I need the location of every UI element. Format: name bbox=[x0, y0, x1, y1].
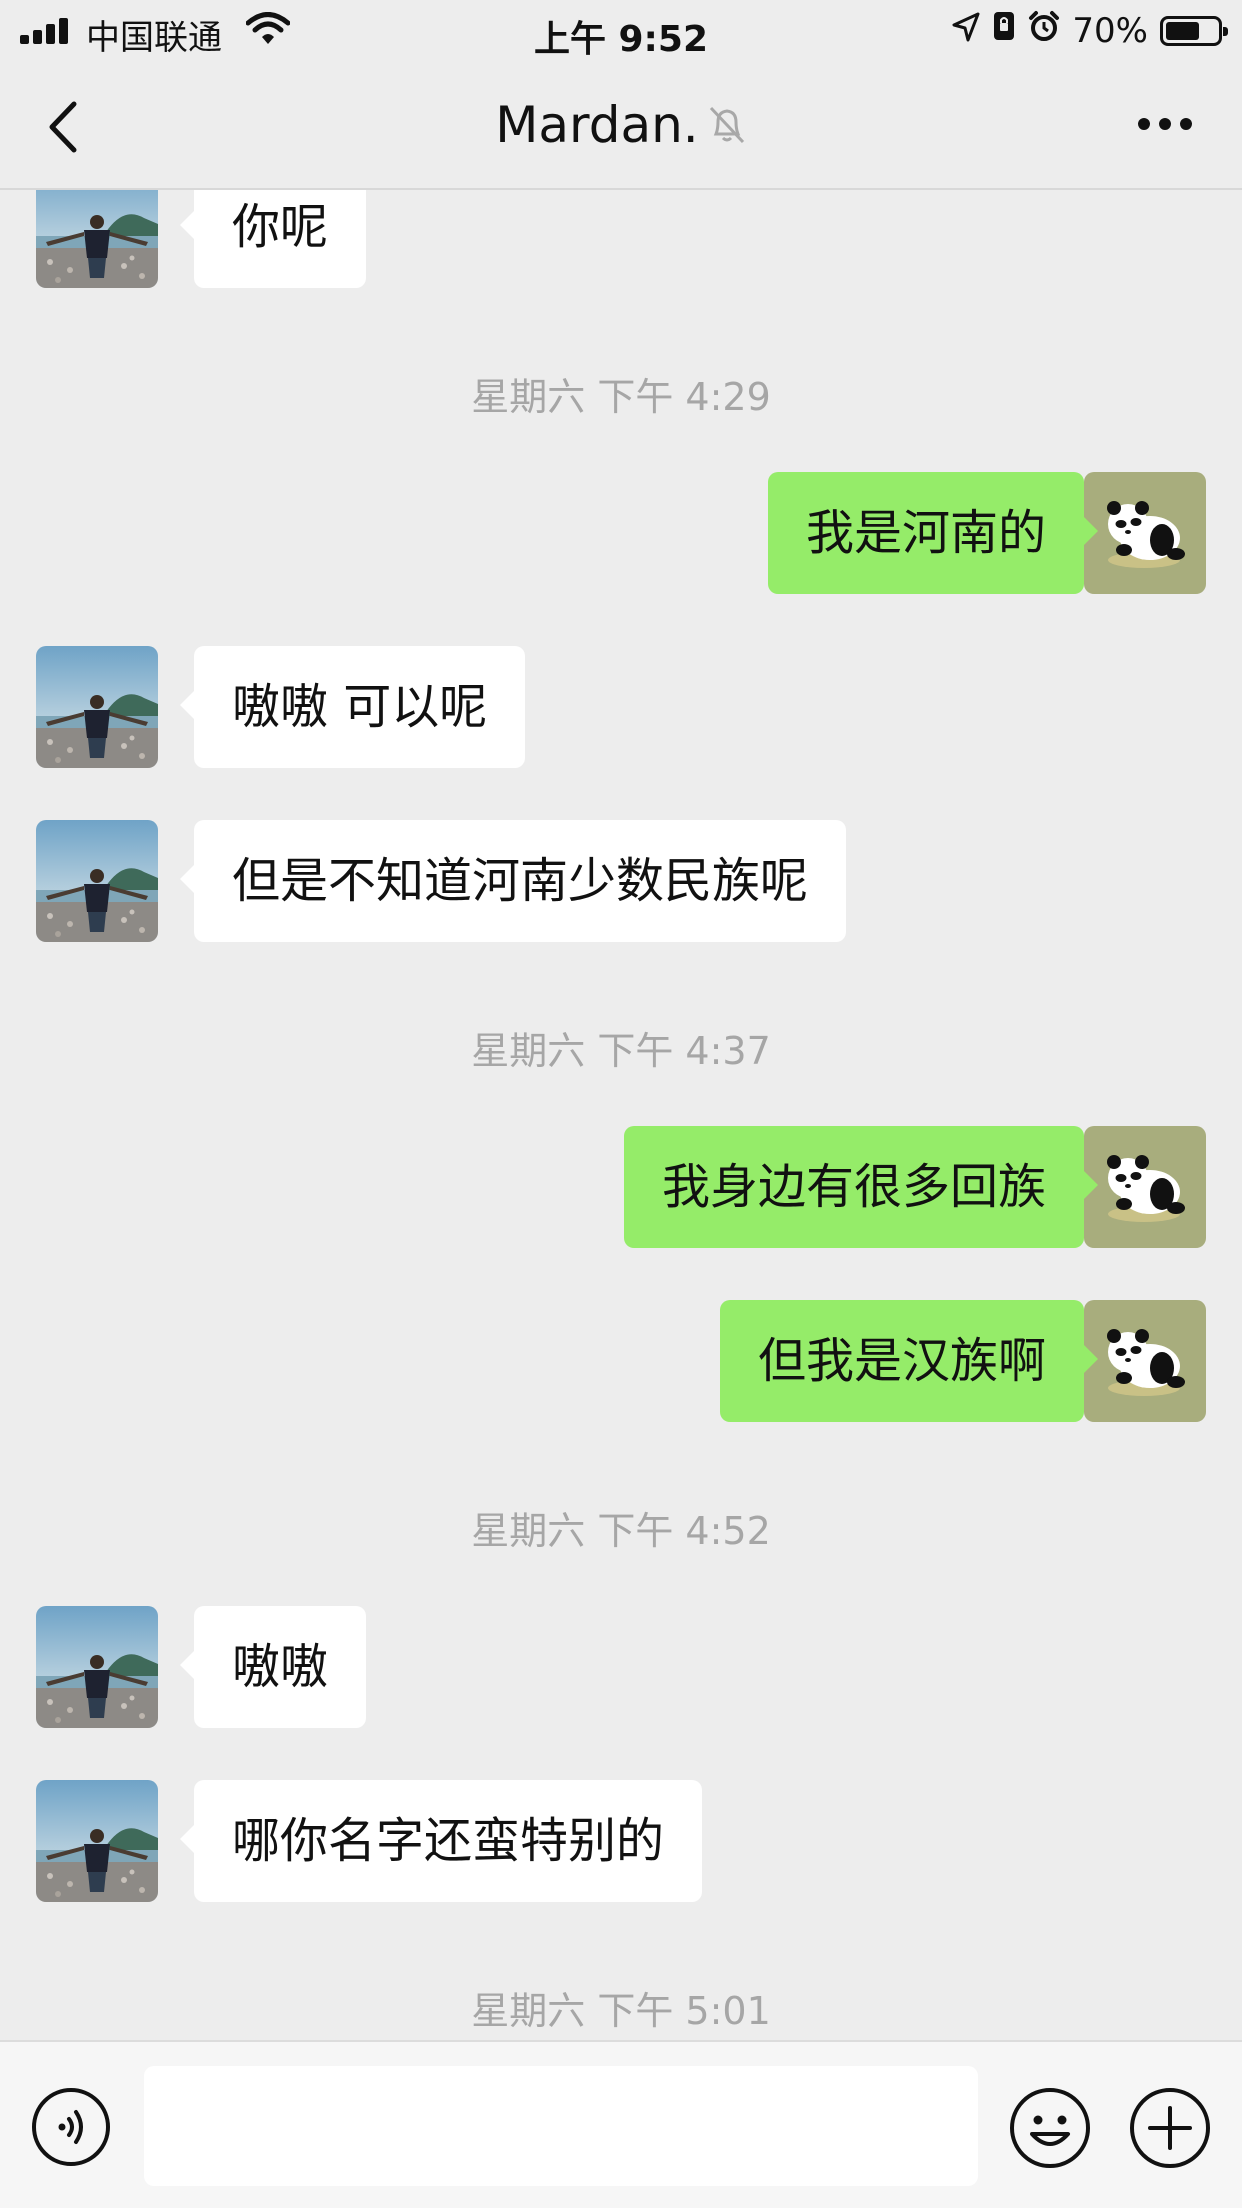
message-row: 但我是汉族啊 bbox=[0, 1300, 1242, 1422]
location-icon bbox=[952, 11, 980, 51]
message-bubble[interactable]: 但我是汉族啊 bbox=[719, 1300, 1099, 1422]
my-avatar[interactable] bbox=[1084, 1126, 1206, 1248]
message-row: 但是不知道河南少数民族呢 bbox=[0, 820, 1242, 942]
more-button[interactable] bbox=[1136, 112, 1194, 136]
chat-area[interactable]: 你呢 星期六 下午 4:29 我是河南的 嗷嗷 可以呢 但是不知道河南少数民族呢… bbox=[0, 166, 1242, 2040]
chat-title-wrap: Mardan. bbox=[0, 96, 1242, 158]
battery-level bbox=[1166, 21, 1200, 40]
chat-title: Mardan. bbox=[495, 96, 699, 154]
contact-avatar[interactable] bbox=[36, 820, 158, 942]
my-avatar[interactable] bbox=[1084, 1300, 1206, 1422]
more-functions-button[interactable] bbox=[1128, 2086, 1212, 2170]
emoji-button[interactable] bbox=[1008, 2086, 1092, 2170]
muted-bell-icon bbox=[707, 100, 747, 158]
message-input[interactable] bbox=[144, 2066, 978, 2186]
chat-timestamp: 星期六 下午 4:29 bbox=[471, 375, 771, 419]
my-avatar[interactable] bbox=[1084, 472, 1206, 594]
message-row: 我是河南的 bbox=[0, 472, 1242, 594]
contact-avatar[interactable] bbox=[36, 1606, 158, 1728]
contact-avatar[interactable] bbox=[36, 646, 158, 768]
message-row: 嗷嗷 可以呢 bbox=[0, 646, 1242, 768]
message-bubble[interactable]: 我是河南的 bbox=[767, 472, 1099, 594]
message-bubble[interactable]: 我身边有很多回族 bbox=[623, 1126, 1099, 1248]
emoji-icon bbox=[1010, 2088, 1090, 2168]
top-bar: 中国联通 上午 9:52 70% Mardan. bbox=[0, 0, 1242, 190]
status-bar: 中国联通 上午 9:52 70% bbox=[0, 0, 1242, 62]
battery-percent: 70% bbox=[1072, 10, 1148, 51]
chat-timestamp: 星期六 下午 5:01 bbox=[471, 1989, 771, 2033]
battery-icon bbox=[1160, 15, 1228, 46]
status-right: 70% bbox=[952, 10, 1228, 51]
message-row: 我身边有很多回族 bbox=[0, 1126, 1242, 1248]
message-bubble[interactable]: 哪你名字还蛮特别的 bbox=[179, 1780, 703, 1902]
contact-avatar[interactable] bbox=[36, 1780, 158, 1902]
voice-icon bbox=[32, 2088, 110, 2166]
input-bar bbox=[0, 2040, 1242, 2208]
message-bubble[interactable]: 但是不知道河南少数民族呢 bbox=[179, 820, 847, 942]
chat-timestamp: 星期六 下午 4:52 bbox=[471, 1509, 771, 1553]
message-row: 嗷嗷 bbox=[0, 1606, 1242, 1728]
message-bubble[interactable]: 嗷嗷 可以呢 bbox=[179, 646, 526, 768]
plus-icon bbox=[1130, 2088, 1210, 2168]
more-dots-icon bbox=[1138, 118, 1192, 130]
voice-button[interactable] bbox=[30, 2086, 112, 2168]
message-bubble[interactable]: 嗷嗷 bbox=[179, 1606, 367, 1728]
orientation-lock-icon bbox=[992, 10, 1016, 51]
message-row: 哪你名字还蛮特别的 bbox=[0, 1780, 1242, 1902]
alarm-icon bbox=[1028, 10, 1060, 51]
chat-timestamp: 星期六 下午 4:37 bbox=[471, 1029, 771, 1073]
